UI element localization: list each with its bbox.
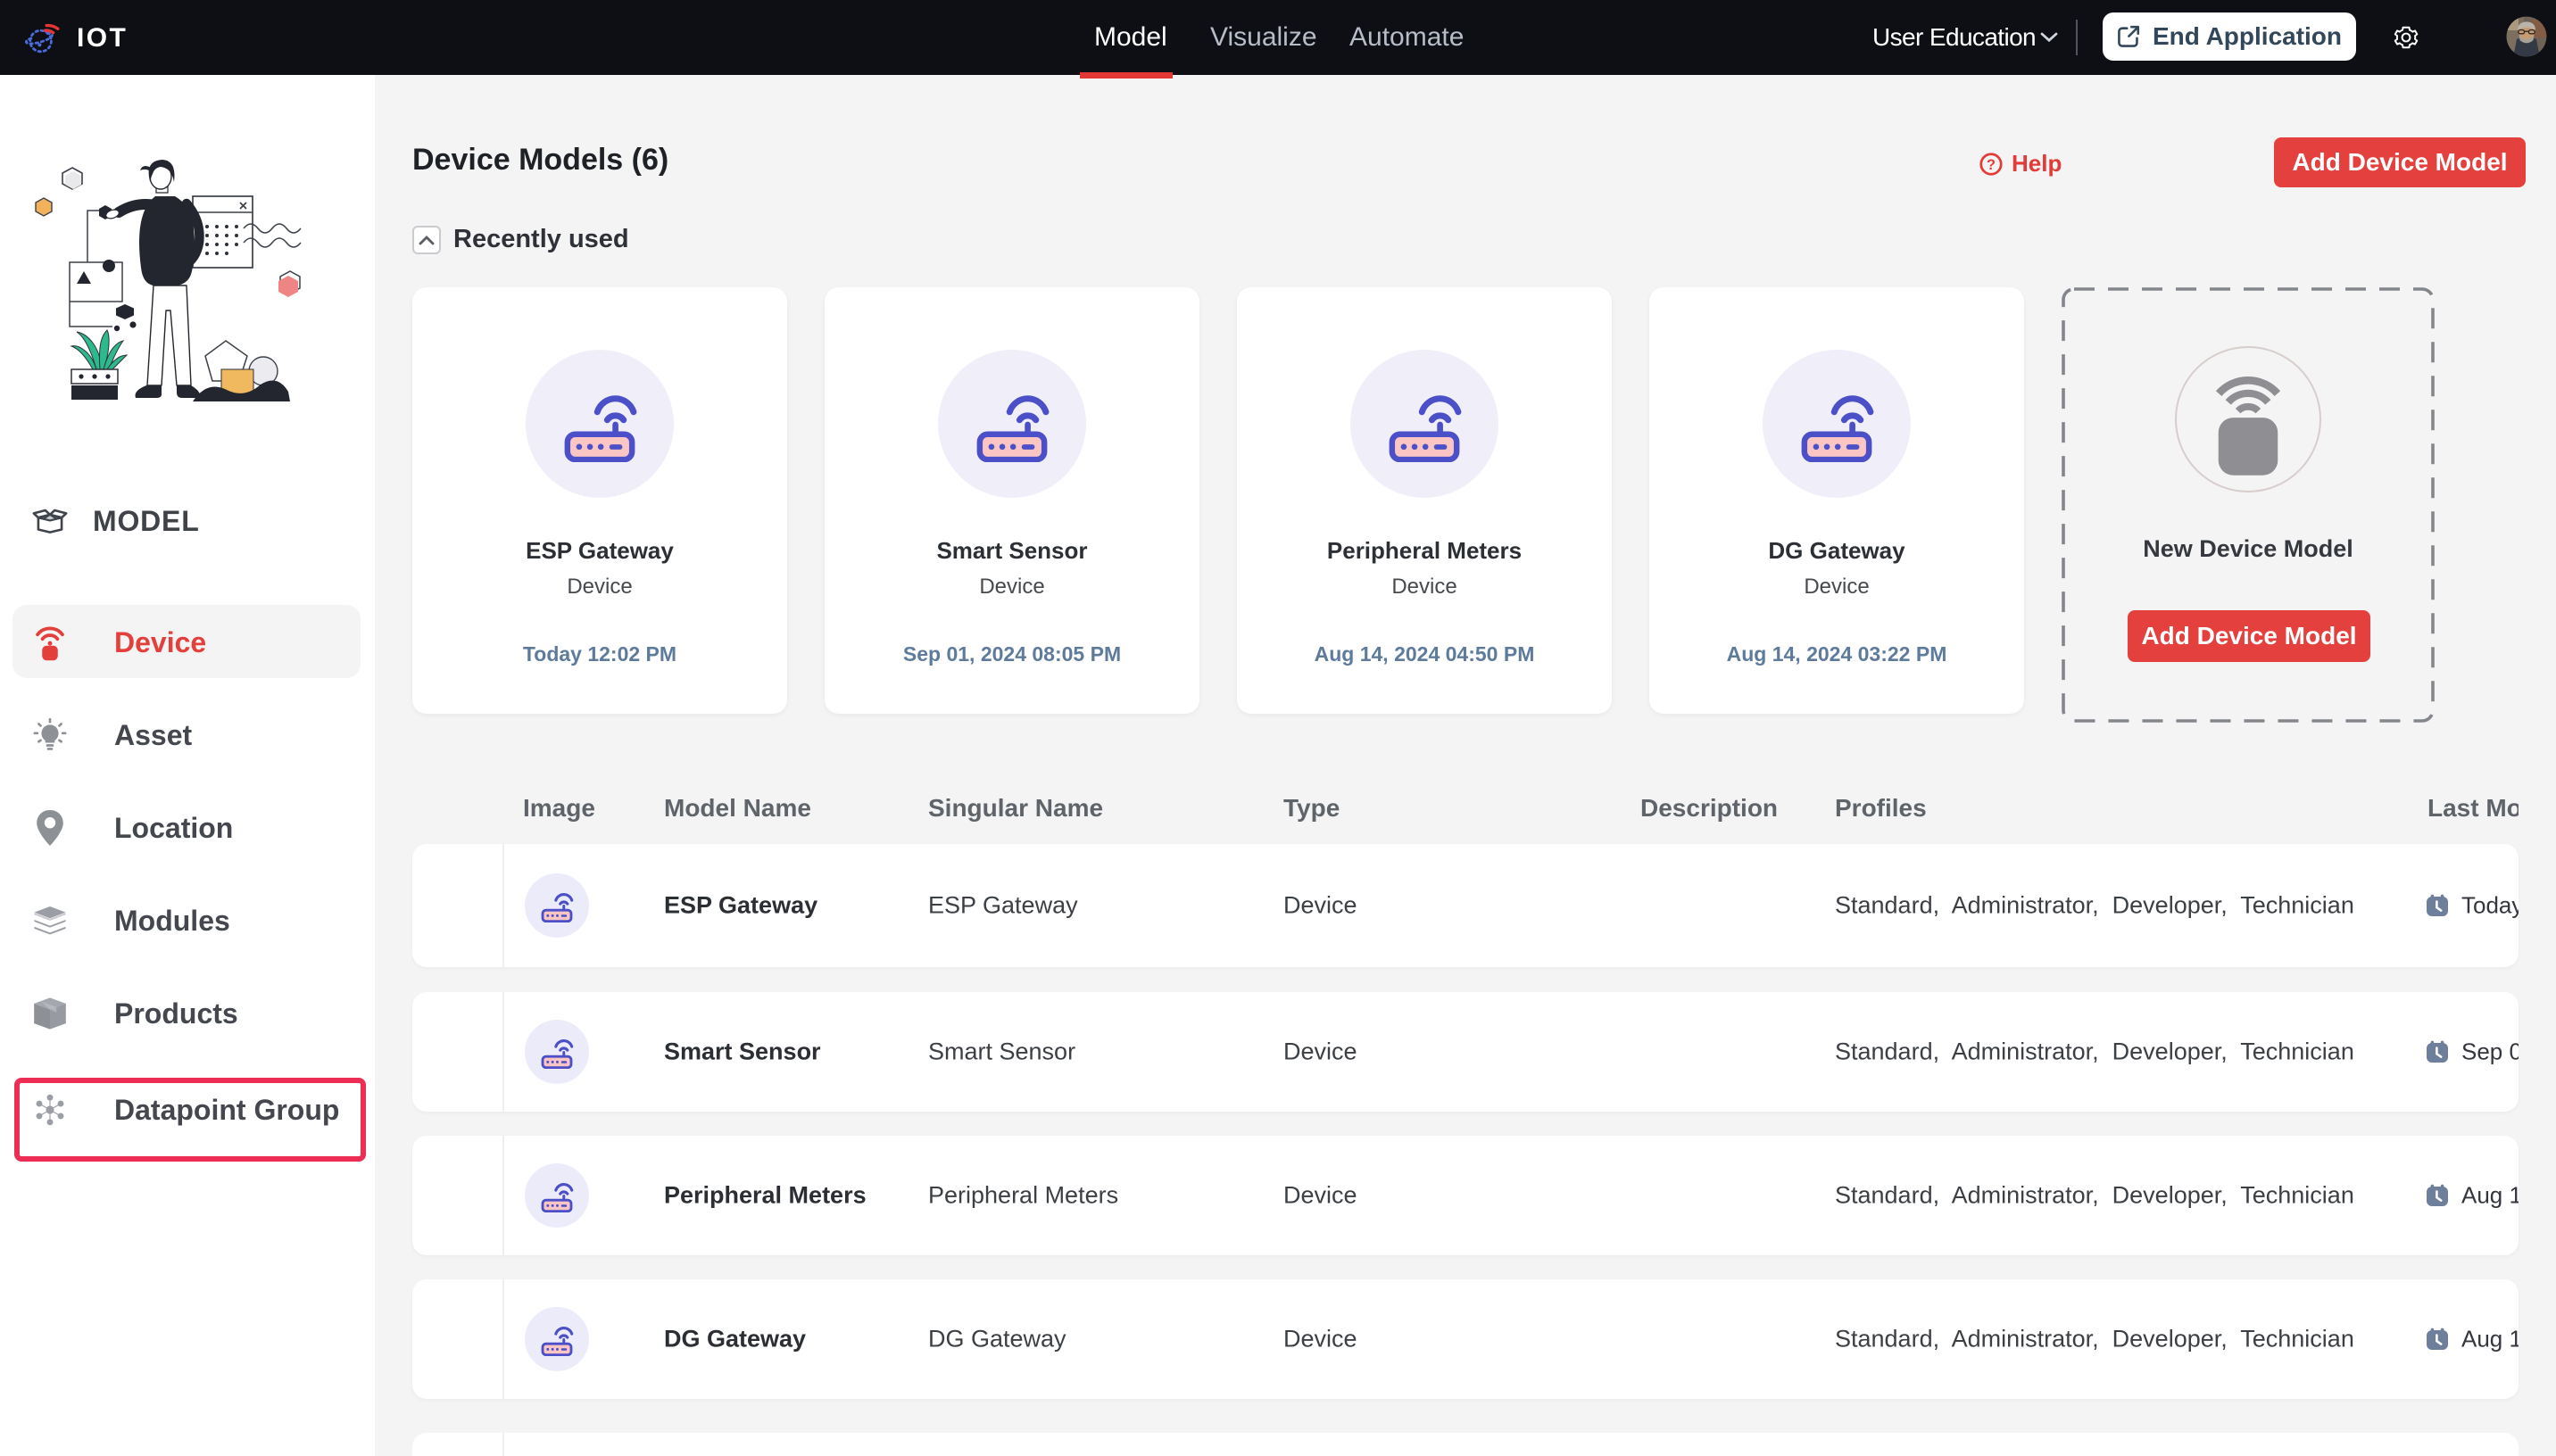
svg-text:?: ? bbox=[1987, 156, 1996, 172]
